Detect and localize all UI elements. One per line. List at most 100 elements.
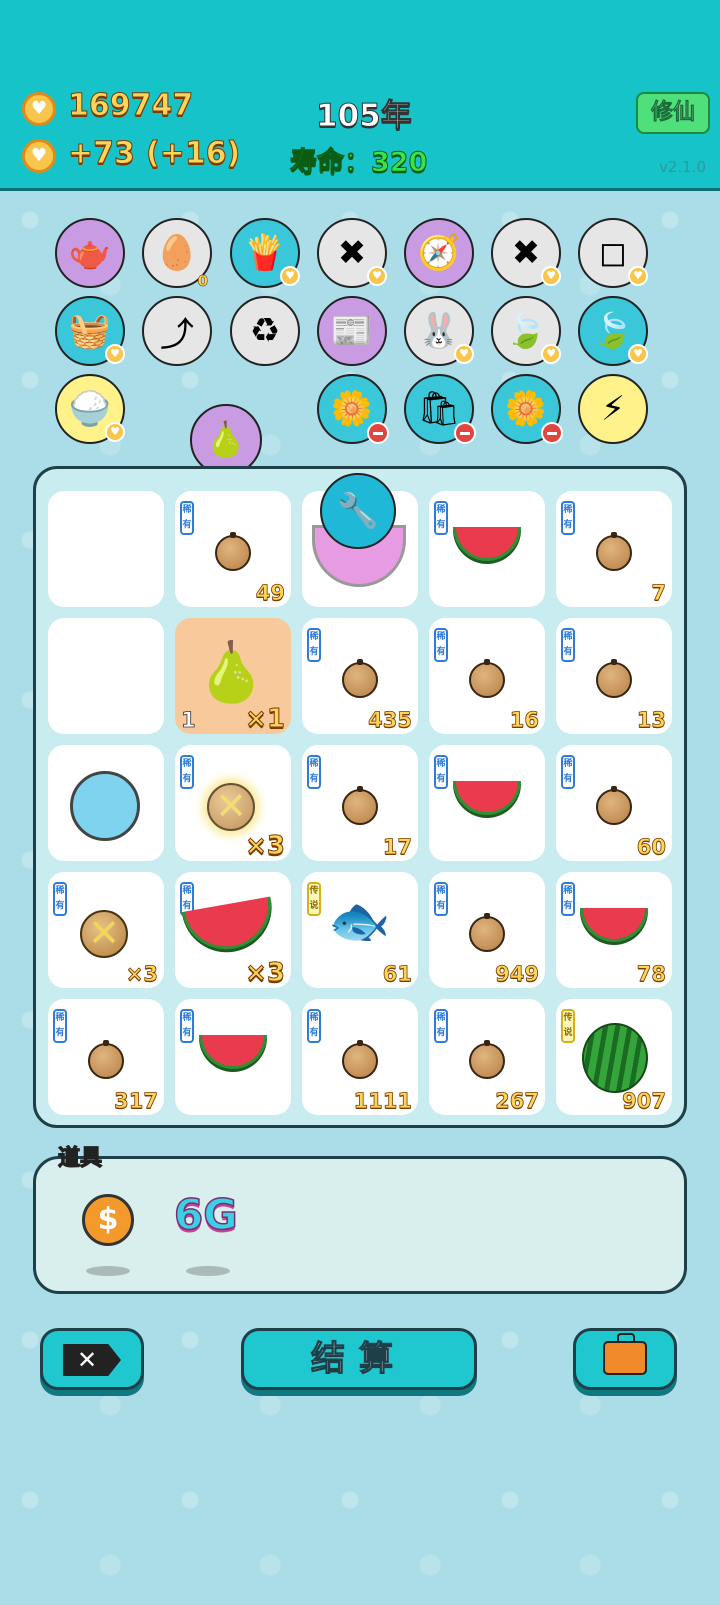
coin-icon <box>22 92 56 126</box>
recycle-bag-icon[interactable]: ♻ <box>230 296 300 366</box>
gravy-boat-icon[interactable]: 🫖 <box>55 218 125 288</box>
board-cell[interactable]: 稀有 ✕ ×3 <box>48 872 164 988</box>
watermelon-slice-icon <box>453 781 521 815</box>
board-cell[interactable]: 传说 907 <box>556 999 672 1115</box>
watermelon-slice-icon <box>181 896 279 957</box>
time-magazine-icon[interactable]: 📰 <box>317 296 387 366</box>
crossed-nut-icon: ✕ <box>207 783 255 831</box>
nut-icon <box>469 913 505 952</box>
board-cell[interactable]: 稀有 317 <box>48 999 164 1115</box>
pears-icon: 🍐 <box>195 638 268 706</box>
cell-count: 17 <box>382 835 412 860</box>
egg-tray-icon[interactable]: 🥚 0 <box>142 218 212 290</box>
board-cell[interactable]: 稀有 435 <box>302 618 418 734</box>
flower-pot-icon[interactable]: 🌼 <box>317 374 389 444</box>
coin-icon <box>22 139 56 173</box>
wrench-shield-icon[interactable]: 🔧 <box>320 473 396 549</box>
nut-icon <box>469 659 505 698</box>
remove-token-icon[interactable]: ✖ ♥ <box>491 218 561 288</box>
nut-icon <box>596 532 632 571</box>
board-cell[interactable] <box>48 491 164 607</box>
heart-badge-icon: ♥ <box>105 422 125 442</box>
exit-button[interactable]: ✕ <box>40 1328 144 1390</box>
cell-multiplier: ×3 <box>245 958 286 989</box>
dollar-coin-icon[interactable]: $ <box>82 1194 134 1246</box>
cell-count: 60 <box>636 835 666 860</box>
bunny-icon[interactable]: 🐰 ♥ <box>404 296 474 366</box>
version-label: v2.1.0 <box>658 158 706 176</box>
cell-count: 317 <box>114 1089 159 1114</box>
cell-count: 16 <box>509 708 539 733</box>
koi-fish-icon: 🐟 <box>328 892 391 950</box>
board-cell[interactable]: 稀有 1111 <box>302 999 418 1115</box>
rice-bowl-icon[interactable]: 🍚 ♥ <box>55 374 125 444</box>
board-cell[interactable]: 稀有 13 <box>556 618 672 734</box>
rarity-tag: 稀有 <box>561 501 575 535</box>
remove-icon[interactable] <box>367 422 389 444</box>
rarity-tag: 稀有 <box>434 882 448 916</box>
board-cell[interactable] <box>48 618 164 734</box>
compass-icon[interactable]: 🧭 <box>404 218 474 288</box>
remove-icon[interactable] <box>541 422 563 444</box>
rarity-tag: 稀有 <box>561 628 575 662</box>
board-cell[interactable]: 稀有 ×3 <box>175 872 291 989</box>
cell-multiplier: ×3 <box>245 831 286 862</box>
dice-bubble-icon <box>70 771 140 841</box>
cell-count: 49 <box>255 581 285 606</box>
rarity-tag: 稀有 <box>434 755 448 789</box>
settle-label: 结算 <box>310 1338 407 1379</box>
cell-count: 13 <box>636 708 666 733</box>
heart-badge-icon: ♥ <box>280 266 300 286</box>
board-cell[interactable]: 稀有 17 <box>302 745 418 861</box>
cell-count: 61 <box>382 962 412 987</box>
tool-amount[interactable]: 6G <box>173 1189 238 1240</box>
board-cell[interactable] <box>48 745 164 861</box>
upgrade-arrow-icon[interactable]: ⤴ <box>142 296 212 366</box>
board-cell[interactable]: 稀有 ✕ ×3 <box>175 745 291 862</box>
settle-button[interactable]: 结算 <box>241 1328 477 1390</box>
cultivate-button[interactable]: 修仙 <box>636 92 710 134</box>
board-cell[interactable]: 🍐 ×1 1 <box>175 618 291 735</box>
nut-icon <box>596 659 632 698</box>
board-cell[interactable]: 稀有 49 <box>175 491 291 607</box>
board-cell[interactable]: 稀有 <box>429 745 545 861</box>
flower-pot-icon[interactable]: 🌼 <box>491 374 563 444</box>
heart-badge-icon: ♥ <box>628 266 648 286</box>
remove-token-icon[interactable]: ✖ ♥ <box>317 218 387 288</box>
fruit-basket-icon[interactable]: 🧺 ♥ <box>55 296 125 366</box>
rarity-tag: 传说 <box>561 1009 575 1043</box>
rarity-tag: 稀有 <box>307 1009 321 1043</box>
board-cell[interactable]: 稀有 7 <box>556 491 672 607</box>
board-cell[interactable]: 稀有 <box>429 491 545 607</box>
rarity-tag: 稀有 <box>434 501 448 535</box>
nut-icon <box>88 1040 124 1079</box>
bag-button[interactable] <box>573 1328 677 1390</box>
year-counter: 105年 <box>316 98 413 135</box>
watermelon-icon <box>582 1023 648 1093</box>
sugar-cubes-icon[interactable]: ◻ ♥ <box>578 218 648 288</box>
cell-count: 949 <box>495 962 540 987</box>
leaf-icon[interactable]: 🍃 ♥ <box>491 296 561 366</box>
board-cell[interactable]: 稀有 60 <box>556 745 672 861</box>
rarity-tag: 稀有 <box>434 1009 448 1043</box>
coin-income: +73 <box>68 136 136 172</box>
rarity-tag: 稀有 <box>180 501 194 535</box>
board-cell[interactable]: 稀有 949 <box>429 872 545 988</box>
briefcase-icon <box>603 1333 647 1375</box>
board-cell[interactable]: 稀有 16 <box>429 618 545 734</box>
watermelon-slice-icon <box>453 527 521 561</box>
lightning-icon[interactable]: ⚡ <box>578 374 648 444</box>
watermelon-slice-icon <box>199 1035 267 1069</box>
board-cell[interactable]: 传说 🐟 61 <box>302 872 418 988</box>
rarity-tag: 稀有 <box>53 882 67 916</box>
seed-bag-icon[interactable]: 🛍 <box>404 374 476 444</box>
remove-icon[interactable] <box>454 422 476 444</box>
board-cell[interactable]: 稀有 267 <box>429 999 545 1115</box>
board-cell[interactable]: 稀有 78 <box>556 872 672 988</box>
nut-icon <box>596 786 632 825</box>
board-cell[interactable]: 稀有 <box>175 999 291 1115</box>
item-shadow <box>86 1266 130 1276</box>
leaf-icon[interactable]: 🍃 ♥ <box>578 296 648 366</box>
cell-multiplier: ×1 <box>245 704 286 735</box>
fries-icon[interactable]: 🍟 ♥ <box>230 218 300 288</box>
